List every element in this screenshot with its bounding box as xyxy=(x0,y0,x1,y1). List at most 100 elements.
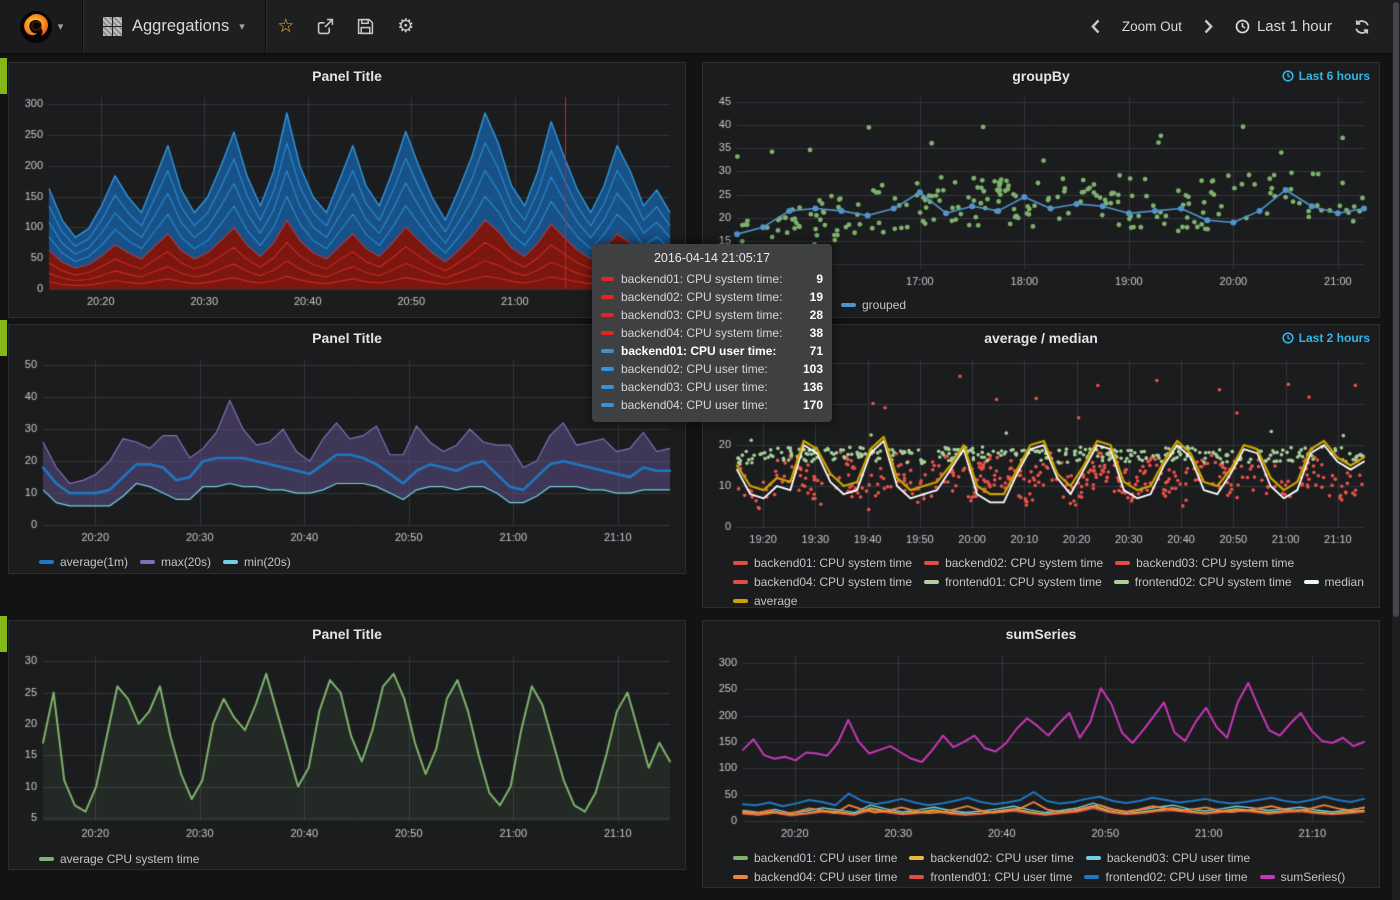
chevron-right-icon xyxy=(1204,19,1213,34)
panel-title[interactable]: Panel Title xyxy=(9,325,685,351)
star-button[interactable]: ☆ xyxy=(266,0,306,53)
settings-button[interactable]: ⚙ xyxy=(386,0,426,53)
legend-item[interactable]: sumSeries() xyxy=(1260,868,1346,886)
star-icon: ☆ xyxy=(277,15,294,38)
legend-label: sumSeries() xyxy=(1281,868,1346,886)
row-handle-2[interactable] xyxy=(0,320,7,356)
dashboard-title: Aggregations xyxy=(132,17,229,36)
panel-sumseries: sumSeries backend01: CPU user timebacken… xyxy=(702,620,1380,888)
legend-item[interactable]: grouped xyxy=(841,296,906,314)
legend-label: frontend02: CPU user time xyxy=(1105,868,1247,886)
legend-item[interactable]: backend02: CPU user time xyxy=(909,849,1073,867)
panel-title[interactable]: Panel Title xyxy=(9,621,685,647)
row-handle-1[interactable] xyxy=(0,58,7,94)
scrollbar-track[interactable] xyxy=(1392,0,1400,900)
time-range-picker[interactable]: Last 1 hour xyxy=(1229,17,1338,36)
share-button[interactable] xyxy=(306,0,346,53)
legend-item[interactable]: frontend01: CPU system time xyxy=(924,573,1102,591)
series-value: 28 xyxy=(797,308,823,322)
chart-cpu-stacked[interactable] xyxy=(9,89,685,313)
legend-swatch xyxy=(841,303,856,307)
grafana-logo[interactable]: ▾ xyxy=(0,0,82,53)
legend-label: min(20s) xyxy=(244,553,291,571)
series-swatch xyxy=(601,295,614,299)
tooltip-row: backend03: CPU system time:28 xyxy=(601,306,823,324)
legend-swatch xyxy=(1114,580,1129,584)
legend-item[interactable]: frontend02: CPU system time xyxy=(1114,573,1292,591)
chart-sumseries[interactable] xyxy=(703,647,1379,845)
tooltip-row: backend01: CPU user time:71 xyxy=(601,342,823,360)
legend-label: backend02: CPU system time xyxy=(945,554,1103,572)
legend: average CPU system time xyxy=(9,850,689,868)
clock-icon xyxy=(1235,19,1250,34)
series-value: 9 xyxy=(797,272,823,286)
refresh-button[interactable] xyxy=(1354,19,1370,35)
legend-label: backend03: CPU user time xyxy=(1107,849,1250,867)
legend-swatch xyxy=(1260,875,1275,879)
series-label: backend04: CPU system time: xyxy=(621,326,790,340)
grafana-logo-icon xyxy=(19,10,53,44)
legend-item[interactable]: frontend01: CPU user time xyxy=(909,868,1072,886)
zoom-out-button[interactable]: Zoom Out xyxy=(1116,18,1188,35)
clock-icon xyxy=(1282,332,1294,344)
legend-swatch xyxy=(733,561,748,565)
legend-item[interactable]: backend01: CPU system time xyxy=(733,554,912,572)
legend-label: average CPU system time xyxy=(60,850,199,868)
panel-title[interactable]: sumSeries xyxy=(703,621,1379,647)
legend-label: max(20s) xyxy=(161,553,211,571)
chart-average-cpu[interactable] xyxy=(9,647,685,845)
time-forward-button[interactable] xyxy=(1204,19,1213,34)
series-value: 71 xyxy=(797,344,823,358)
series-swatch xyxy=(601,403,614,407)
legend-item[interactable]: average xyxy=(733,592,797,610)
series-value: 19 xyxy=(797,290,823,304)
scrollbar-thumb[interactable] xyxy=(1393,2,1399,617)
legend-item[interactable]: backend04: CPU system time xyxy=(733,573,912,591)
series-swatch xyxy=(601,385,614,389)
zoom-out-label: Zoom Out xyxy=(1122,19,1182,34)
save-button[interactable] xyxy=(346,0,386,53)
clock-icon xyxy=(1282,70,1294,82)
legend: backend01: CPU user time backend02: CPU u… xyxy=(703,849,1383,886)
dashboard-picker[interactable]: Aggregations ▾ xyxy=(83,0,265,53)
legend-item[interactable]: backend04: CPU user time xyxy=(733,868,897,886)
legend-item[interactable]: max(20s) xyxy=(140,553,211,571)
chart-avg-max-min[interactable] xyxy=(9,351,685,549)
series-value: 170 xyxy=(797,398,823,412)
panel-average-cpu: Panel Title average CPU system time xyxy=(8,620,686,870)
legend-item[interactable]: median xyxy=(1304,573,1364,591)
legend-swatch xyxy=(733,580,748,584)
legend-swatch xyxy=(733,599,748,603)
series-label: backend02: CPU system time: xyxy=(621,290,790,304)
save-icon xyxy=(357,18,374,35)
legend-item[interactable]: backend03: CPU user time xyxy=(1086,849,1250,867)
time-range-label: Last 1 hour xyxy=(1257,18,1332,35)
time-controls: Zoom Out Last 1 hour xyxy=(1091,17,1400,36)
legend-item[interactable]: backend03: CPU system time xyxy=(1115,554,1294,572)
chevron-left-icon xyxy=(1091,19,1100,34)
series-swatch xyxy=(601,277,614,281)
time-back-button[interactable] xyxy=(1091,19,1100,34)
series-label: backend01: CPU system time: xyxy=(621,272,790,286)
legend-item[interactable]: average CPU system time xyxy=(39,850,199,868)
legend-label: backend04: CPU user time xyxy=(754,868,897,886)
series-value: 136 xyxy=(797,380,823,394)
legend-item[interactable]: average(1m) xyxy=(39,553,128,571)
series-swatch xyxy=(601,349,614,353)
panel-title[interactable]: groupBy xyxy=(703,63,1379,89)
legend-item[interactable]: frontend02: CPU user time xyxy=(1084,868,1247,886)
time-override-badge: Last 2 hours xyxy=(1282,325,1370,351)
navbar: ▾ Aggregations ▾ ☆ ⚙ Zoom Out xyxy=(0,0,1400,55)
row-handle-3[interactable] xyxy=(0,616,7,652)
time-override-badge: Last 6 hours xyxy=(1282,63,1370,89)
legend-item[interactable]: backend01: CPU user time xyxy=(733,849,897,867)
tooltip-row: backend01: CPU system time: 9 xyxy=(601,270,823,288)
legend-item[interactable]: backend02: CPU system time xyxy=(924,554,1103,572)
refresh-icon xyxy=(1354,19,1370,35)
panel-title[interactable]: Panel Title xyxy=(9,63,685,89)
legend-swatch xyxy=(39,857,54,861)
legend-label: frontend01: CPU user time xyxy=(930,868,1072,886)
legend-label: backend04: CPU system time xyxy=(754,573,912,591)
legend-swatch xyxy=(924,561,939,565)
legend-item[interactable]: min(20s) xyxy=(223,553,291,571)
